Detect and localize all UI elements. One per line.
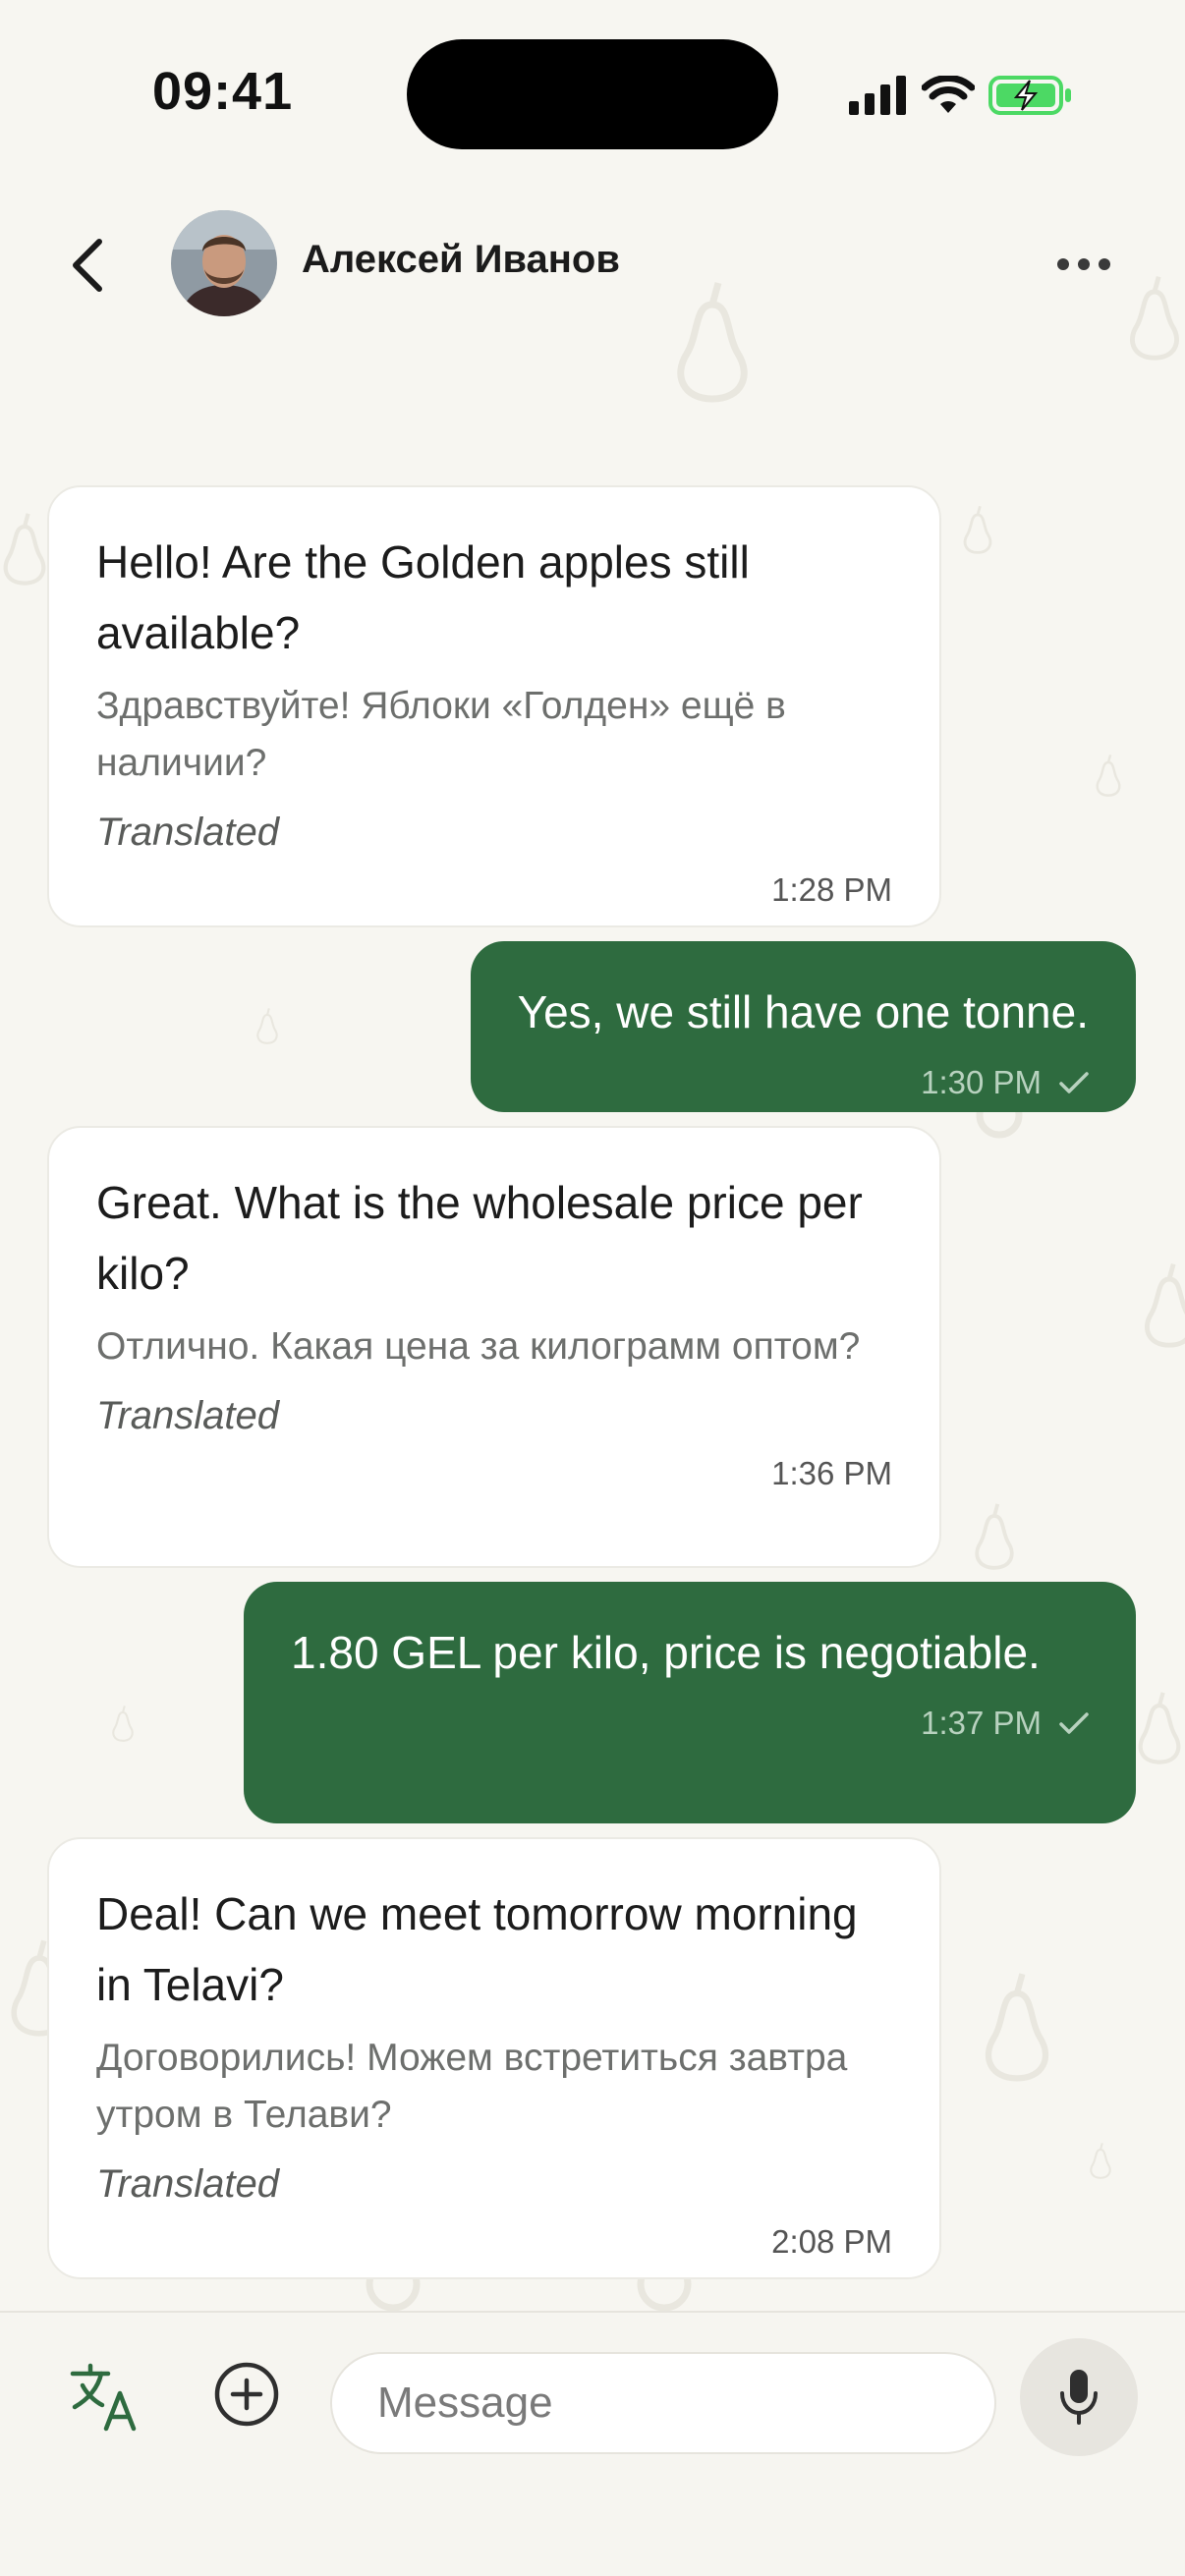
message-text: 1.80 GEL per kilo, price is negotiable. [291, 1627, 1041, 1678]
status-icons [849, 73, 1073, 118]
more-options-button[interactable] [1049, 240, 1118, 289]
translate-button[interactable] [69, 2360, 141, 2433]
message-timestamp: 1:37 PM [921, 1705, 1042, 1741]
message-timestamp: 1:36 PM [771, 1455, 892, 1491]
add-attachment-button[interactable] [212, 2360, 281, 2429]
message-incoming[interactable]: Hello! Are the Golden apples still avail… [47, 485, 941, 927]
message-translation: Здравствуйте! Яблоки «Голден» ещё в нали… [96, 685, 786, 784]
message-text: Great. What is the wholesale price per k… [96, 1177, 863, 1299]
chat-header: Алексей Иванов [0, 187, 1185, 344]
contact-avatar[interactable] [171, 210, 277, 316]
message-incoming[interactable]: Deal! Can we meet tomorrow morning in Te… [47, 1837, 941, 2279]
contact-name[interactable]: Алексей Иванов [302, 238, 620, 282]
message-text: Yes, we still have one tonne. [517, 986, 1089, 1037]
message-text: Hello! Are the Golden apples still avail… [96, 536, 750, 658]
chevron-left-icon [73, 239, 102, 292]
battery-charging-icon [988, 76, 1071, 115]
more-horizontal-icon [1057, 258, 1110, 270]
sent-check-icon [1059, 1712, 1089, 1734]
status-time: 09:41 [152, 62, 294, 121]
message-timestamp: 1:30 PM [921, 1064, 1042, 1100]
cellular-signal-icon [849, 76, 906, 115]
message-outgoing[interactable]: 1.80 GEL per kilo, price is negotiable. … [244, 1582, 1136, 1823]
wifi-icon [922, 76, 975, 113]
message-meta: 1:30 PM [518, 1061, 1089, 1104]
avatar-image [171, 210, 277, 316]
status-bar: 09:41 [0, 0, 1185, 187]
translated-label: Translated [96, 2162, 280, 2206]
message-translation: Договорились! Можем встретиться завтра у… [96, 2037, 848, 2136]
sent-check-icon [1059, 1072, 1089, 1093]
message-text: Deal! Can we meet tomorrow morning in Te… [96, 1888, 858, 2010]
message-input[interactable] [330, 2352, 996, 2454]
microphone-button[interactable] [1020, 2338, 1138, 2456]
plus-circle-icon [214, 2362, 279, 2427]
message-translation: Отлично. Какая цена за килограмм оптом? [96, 1325, 861, 1368]
back-button[interactable] [53, 226, 122, 305]
message-composer [0, 2311, 1185, 2576]
message-meta: 1:37 PM [291, 1702, 1089, 1745]
message-outgoing[interactable]: Yes, we still have one tonne. 1:30 PM [470, 941, 1136, 1112]
microphone-icon [1060, 2370, 1098, 2425]
translated-label: Translated [96, 811, 280, 854]
message-incoming[interactable]: Great. What is the wholesale price per k… [47, 1126, 941, 1568]
message-timestamp: 1:28 PM [771, 871, 892, 908]
message-timestamp: 2:08 PM [771, 2223, 892, 2260]
translate-icon [70, 2363, 137, 2432]
translated-label: Translated [96, 1394, 280, 1437]
dynamic-island [407, 39, 778, 149]
